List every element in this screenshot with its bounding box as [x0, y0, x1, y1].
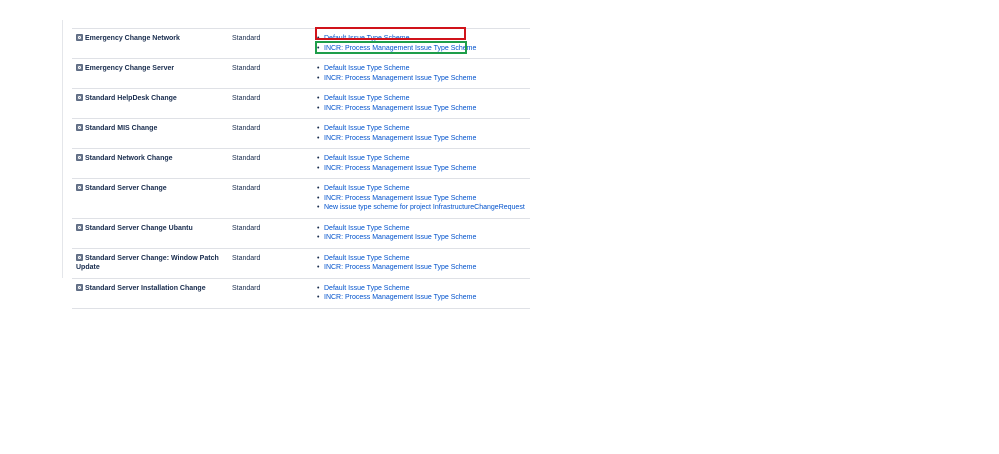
issue-type-schemes-cell: Default Issue Type SchemeINCR: Process M…: [313, 89, 530, 119]
scheme-list: Default Issue Type SchemeINCR: Process M…: [317, 124, 526, 143]
green-highlight-box: [315, 41, 467, 54]
issue-type-type: Standard: [232, 125, 261, 132]
table-row: Standard MIS Change Standard Default Issue…: [72, 118, 530, 149]
table-row: Standard Server Change: Window Patch Upd…: [72, 248, 530, 278]
issue-type-name: Standard Server Change Ubantu: [85, 224, 193, 232]
table-row: Standard Server Change Ubantu Standard Def…: [72, 218, 530, 248]
issue-type-schemes-cell: Default Issue Type SchemeINCR: Process M…: [313, 119, 530, 149]
scheme-link[interactable]: Default Issue Type Scheme: [317, 94, 526, 104]
issue-type-icon: [76, 64, 83, 71]
issue-type-name: Standard MIS Change: [85, 125, 158, 132]
issue-type-schemes-cell: Default Issue Type SchemeINCR: Process M…: [313, 278, 530, 308]
issue-type-name-cell: Emergency Change Network: [72, 29, 228, 59]
scheme-link[interactable]: Default Issue Type Scheme: [317, 124, 526, 134]
scheme-list: Default Issue Type SchemeINCR: Process M…: [317, 224, 526, 243]
issue-type-icon: [76, 154, 83, 161]
issue-type-name-cell: Standard HelpDesk Change: [72, 89, 228, 119]
scheme-list: Default Issue Type SchemeINCR: Process M…: [317, 284, 526, 303]
scheme-list: Default Issue Type SchemeINCR: Process M…: [317, 184, 526, 213]
issue-type-type: Standard: [232, 254, 261, 262]
scheme-link[interactable]: INCR: Process Management Issue Type Sche…: [317, 164, 526, 174]
issue-type-name: Emergency Change Network: [85, 35, 180, 42]
issue-type-icon: [76, 94, 83, 101]
table-row: Standard Server Change Standard Default Is…: [72, 178, 530, 219]
issue-type-name: Emergency Change Server: [85, 65, 175, 72]
issue-type-name: Standard HelpDesk Change: [85, 95, 177, 102]
issue-type-name: Standard Server Installation Change: [85, 284, 206, 292]
issue-type-type: Standard: [232, 224, 261, 232]
scheme-link[interactable]: Default Issue Type Scheme: [317, 64, 526, 74]
scheme-link[interactable]: INCR: Process Management Issue Type Sche…: [317, 293, 526, 303]
scheme-link[interactable]: INCR: Process Management Issue Type Sche…: [317, 263, 526, 273]
issue-type-type: Standard: [232, 284, 261, 292]
issue-type-type: Standard: [232, 185, 261, 192]
scheme-list: Default Issue Type SchemeINCR: Process M…: [317, 154, 526, 173]
issue-type-name: Standard Network Change: [85, 155, 173, 162]
issue-type-type: Standard: [232, 35, 261, 42]
issue-type-icon: [76, 253, 83, 261]
issue-type-icon: [76, 283, 83, 291]
scheme-link[interactable]: INCR: Process Management Issue Type Sche…: [317, 134, 526, 144]
content-divider: [62, 20, 63, 278]
table-row: Standard Network Change Standard Default I…: [72, 148, 530, 179]
table-row: Emergency Change Server Standard Default I…: [72, 58, 530, 89]
scheme-link[interactable]: Default Issue Type Scheme: [317, 154, 526, 164]
scheme-link[interactable]: New issue type scheme for project Infras…: [317, 203, 526, 213]
issue-type-schemes-cell: Default Issue Type SchemeINCR: Process M…: [313, 149, 530, 179]
scheme-link[interactable]: Default Issue Type Scheme: [317, 224, 526, 234]
issue-type-name-cell: Standard MIS Change: [72, 119, 228, 149]
issue-type-schemes-cell: Default Issue Type SchemeINCR: Process M…: [313, 59, 530, 89]
issue-type-name-cell: Standard Server Change: Window Patch Upd…: [72, 248, 228, 278]
issue-type-name-cell: Standard Network Change: [72, 149, 228, 179]
scheme-link[interactable]: INCR: Process Management Issue Type Sche…: [317, 194, 526, 204]
issue-type-icon: [76, 124, 83, 131]
issue-type-name-cell: Emergency Change Server: [72, 59, 228, 89]
issue-type-name-cell: Standard Server Change Ubantu: [72, 218, 228, 248]
scheme-link[interactable]: INCR: Process Management Issue Type Sche…: [317, 233, 526, 243]
issue-type-schemes-cell: Default Issue Type SchemeINCR: Process M…: [313, 248, 530, 278]
issue-type-name: Standard Server Change: Window Patch Upd…: [76, 254, 219, 272]
table-row: Standard Server Installation Change Stand…: [72, 278, 530, 308]
issue-type-name-cell: Standard Server Installation Change: [72, 278, 228, 308]
issue-types-table: Emergency Change Network Standard Default …: [72, 28, 530, 309]
scheme-list: Default Issue Type SchemeINCR: Process M…: [317, 94, 526, 113]
scheme-link[interactable]: Default Issue Type Scheme: [317, 254, 526, 264]
scheme-list: Default Issue Type SchemeINCR: Process M…: [317, 254, 526, 273]
scheme-link[interactable]: INCR: Process Management Issue Type Sche…: [317, 104, 526, 114]
issue-type-name-cell: Standard Server Change: [72, 179, 228, 219]
issue-types-page: Emergency Change Network Standard Default …: [0, 0, 999, 454]
issue-types-table-body: Emergency Change Network Standard Default …: [72, 28, 530, 308]
scheme-list: Default Issue Type SchemeINCR: Process M…: [317, 64, 526, 83]
issue-type-icon: [76, 184, 83, 191]
issue-type-schemes-cell: Default Issue Type SchemeINCR: Process M…: [313, 218, 530, 248]
issue-type-type: Standard: [232, 65, 261, 72]
issue-type-type: Standard: [232, 95, 261, 102]
issue-type-icon: [76, 223, 83, 231]
red-highlight-box: [315, 27, 466, 40]
issue-type-type: Standard: [232, 155, 261, 162]
scheme-link[interactable]: Default Issue Type Scheme: [317, 284, 526, 294]
issue-type-name: Standard Server Change: [85, 185, 167, 192]
scheme-link[interactable]: Default Issue Type Scheme: [317, 184, 526, 194]
issue-type-schemes-cell: Default Issue Type SchemeINCR: Process M…: [313, 179, 530, 219]
scheme-link[interactable]: INCR: Process Management Issue Type Sche…: [317, 74, 526, 84]
table-row: Standard HelpDesk Change Standard Default …: [72, 88, 530, 119]
issue-type-icon: [76, 34, 83, 41]
